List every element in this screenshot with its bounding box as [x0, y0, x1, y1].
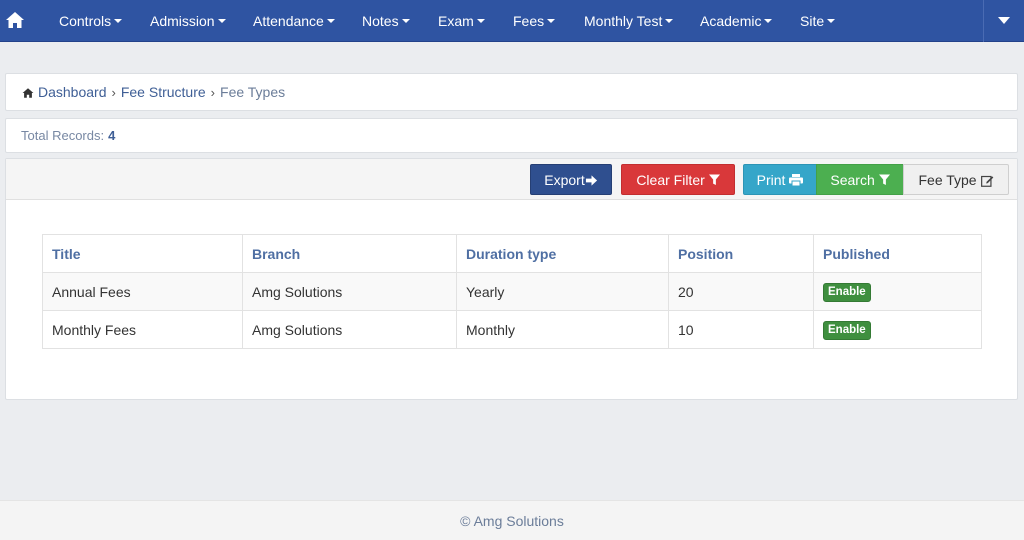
nav-item-label: Notes — [362, 13, 399, 29]
cell-branch: Amg Solutions — [242, 272, 457, 311]
clear-filter-button[interactable]: Clear Filter — [621, 164, 735, 195]
cell-published: Enable — [813, 310, 982, 349]
nav-item-label: Monthly Test — [584, 13, 663, 29]
toolbar: Export Clear Filter Print Search Fee Typ… — [6, 159, 1017, 200]
nav-item-label: Controls — [59, 13, 112, 29]
footer: © Amg Solutions — [0, 500, 1024, 540]
cell-title: Annual Fees — [42, 272, 243, 311]
nav-item-exam[interactable]: Exam — [438, 0, 485, 42]
breadcrumb: Dashboard › Fee Structure › Fee Types — [5, 73, 1018, 111]
cell-duration: Monthly — [456, 310, 669, 349]
nav-item-label: Fees — [513, 13, 545, 29]
nav-item-controls[interactable]: Controls — [59, 0, 123, 42]
nav-item-label: Site — [800, 13, 825, 29]
caret-down-icon — [476, 19, 485, 24]
search-button[interactable]: Search — [816, 164, 904, 195]
caret-down-icon — [114, 19, 123, 24]
cell-title: Monthly Fees — [42, 310, 243, 349]
export-label: Export — [544, 172, 585, 188]
nav-item-fees[interactable]: Fees — [513, 0, 556, 42]
fee-types-table: Title Branch Duration type Position Publ… — [42, 234, 982, 349]
cell-position: 10 — [668, 310, 814, 349]
status-badge[interactable]: Enable — [823, 320, 871, 340]
caret-down-icon — [217, 19, 226, 24]
filter-icon — [878, 174, 890, 186]
caret-down-icon — [326, 19, 335, 24]
nav-item-label: Attendance — [253, 13, 324, 29]
column-header-position[interactable]: Position — [668, 234, 814, 273]
breadcrumb-dashboard[interactable]: Dashboard — [38, 84, 107, 100]
clear-filter-label: Clear Filter — [636, 172, 705, 188]
column-header-duration-type[interactable]: Duration type — [456, 234, 669, 273]
nav-item-label: Exam — [438, 13, 474, 29]
table-row[interactable]: Monthly Fees Amg Solutions Monthly 10 En… — [42, 310, 982, 349]
column-header-published[interactable]: Published — [813, 234, 982, 273]
nav-item-monthly-test[interactable]: Monthly Test — [584, 0, 674, 42]
nav-item-academic[interactable]: Academic — [700, 0, 773, 42]
column-header-title[interactable]: Title — [42, 234, 243, 273]
breadcrumb-fee-types: Fee Types — [220, 84, 286, 100]
cell-duration: Yearly — [456, 272, 669, 311]
caret-down-icon — [827, 19, 836, 24]
total-records-label: Total Records: — [21, 128, 105, 143]
print-label: Print — [756, 172, 786, 188]
printer-icon — [789, 174, 804, 187]
fee-types-panel: Export Clear Filter Print Search Fee Typ… — [5, 158, 1018, 400]
total-records-bar: Total Records: 4 — [5, 118, 1018, 153]
nav-item-label: Academic — [700, 13, 762, 29]
table-row[interactable]: Annual Fees Amg Solutions Yearly 20 Enab… — [42, 272, 982, 311]
cell-published: Enable — [813, 272, 982, 311]
edit-icon — [980, 175, 993, 187]
cell-position: 20 — [668, 272, 814, 311]
nav-dropdown-toggle[interactable] — [983, 0, 1024, 42]
cell-branch: Amg Solutions — [242, 310, 457, 349]
nav-item-attendance[interactable]: Attendance — [253, 0, 335, 42]
breadcrumb-fee-structure[interactable]: Fee Structure — [121, 84, 206, 100]
top-navbar: Controls Admission Attendance Notes Exam… — [0, 0, 1024, 42]
breadcrumb-separator: › — [111, 84, 116, 100]
status-badge[interactable]: Enable — [823, 282, 871, 302]
caret-down-icon — [998, 17, 1010, 24]
nav-item-site[interactable]: Site — [800, 0, 836, 42]
breadcrumb-separator: › — [210, 84, 216, 100]
caret-down-icon — [401, 19, 410, 24]
print-button[interactable]: Print — [743, 164, 817, 195]
nav-item-notes[interactable]: Notes — [362, 0, 410, 42]
export-button[interactable]: Export — [530, 164, 612, 195]
table-header-row: Title Branch Duration type Position Publ… — [42, 234, 982, 273]
total-records-count: 4 — [108, 128, 116, 143]
filter-icon — [708, 174, 720, 186]
nav-item-admission[interactable]: Admission — [150, 0, 226, 42]
home-icon[interactable] — [22, 86, 34, 98]
footer-copyright: © Amg Solutions — [460, 513, 564, 529]
caret-down-icon — [547, 19, 556, 24]
search-label: Search — [830, 172, 875, 188]
caret-down-icon — [764, 19, 773, 24]
add-fee-type-button[interactable]: Fee Type — [903, 164, 1009, 195]
caret-down-icon — [665, 19, 674, 24]
home-icon[interactable] — [5, 10, 25, 30]
fee-type-label: Fee Type — [918, 172, 977, 188]
nav-item-label: Admission — [150, 13, 215, 29]
column-header-branch[interactable]: Branch — [242, 234, 457, 273]
arrow-right-icon — [585, 175, 597, 186]
